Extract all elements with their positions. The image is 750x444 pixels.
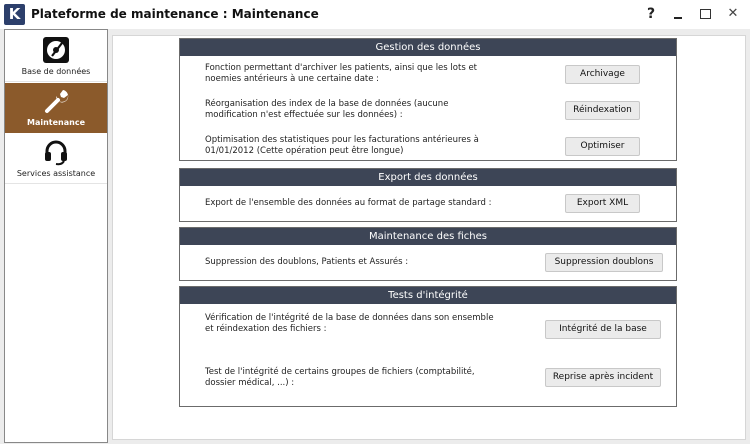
panel-title: Maintenance des fiches <box>180 228 676 245</box>
export-xml-button[interactable]: Export XML <box>565 194 640 213</box>
row-description: Fonction permettant d'archiver les patie… <box>205 63 478 84</box>
main-content: Gestion des données Fonction permettant … <box>112 35 746 440</box>
panel-title: Tests d'intégrité <box>180 287 676 304</box>
panel-maintenance-fiches: Maintenance des fiches Suppression des d… <box>179 227 677 281</box>
help-button[interactable]: ? <box>640 4 662 24</box>
row-description: Vérification de l'intégrité de la base d… <box>205 313 494 334</box>
app-logo: K <box>4 4 25 25</box>
sidebar-item-maintenance[interactable]: Maintenance <box>5 83 107 133</box>
close-button[interactable]: ✕ <box>722 4 744 24</box>
row-description: Test de l'intégrité de certains groupes … <box>205 367 475 388</box>
row-description: Optimisation des statistiques pour les f… <box>205 135 479 156</box>
maximize-button[interactable] <box>694 4 716 24</box>
suppression-doublons-button[interactable]: Suppression doublons <box>545 253 663 272</box>
sidebar-item-services-assistance[interactable]: Services assistance <box>5 134 107 184</box>
sidebar-item-label: Services assistance <box>16 169 96 178</box>
panel-title: Gestion des données <box>180 39 676 56</box>
panel-tests-integrite: Tests d'intégrité Vérification de l'inté… <box>179 286 677 407</box>
row-description: Export de l'ensemble des données au form… <box>205 198 492 208</box>
archivage-button[interactable]: Archivage <box>565 65 640 84</box>
integrite-base-button[interactable]: Intégrité de la base <box>545 320 661 339</box>
reprise-apres-incident-button[interactable]: Reprise après incident <box>545 368 661 387</box>
row-description: Réorganisation des index de la base de d… <box>205 99 449 120</box>
headset-icon <box>45 140 67 166</box>
minimize-button[interactable] <box>667 4 689 24</box>
title-bar: K Plateforme de maintenance : Maintenanc… <box>0 0 750 29</box>
panel-title: Export des données <box>180 169 676 186</box>
sidebar: Base de données Maintenance Services ass… <box>4 29 108 443</box>
window-client-area: Base de données Maintenance Services ass… <box>0 29 750 444</box>
database-disc-icon <box>43 37 69 63</box>
row-description: Suppression des doublons, Patients et As… <box>205 257 409 267</box>
sidebar-item-database[interactable]: Base de données <box>5 32 107 82</box>
panel-export-donnees: Export des données Export de l'ensemble … <box>179 168 677 222</box>
reindexation-button[interactable]: Réindexation <box>565 101 640 120</box>
wrench-icon <box>45 90 69 113</box>
panel-gestion-donnees: Gestion des données Fonction permettant … <box>179 38 677 161</box>
sidebar-item-label: Base de données <box>21 67 91 76</box>
window-title: Plateforme de maintenance : Maintenance <box>31 7 319 21</box>
optimiser-button[interactable]: Optimiser <box>565 137 640 156</box>
sidebar-item-label: Maintenance <box>26 118 85 127</box>
